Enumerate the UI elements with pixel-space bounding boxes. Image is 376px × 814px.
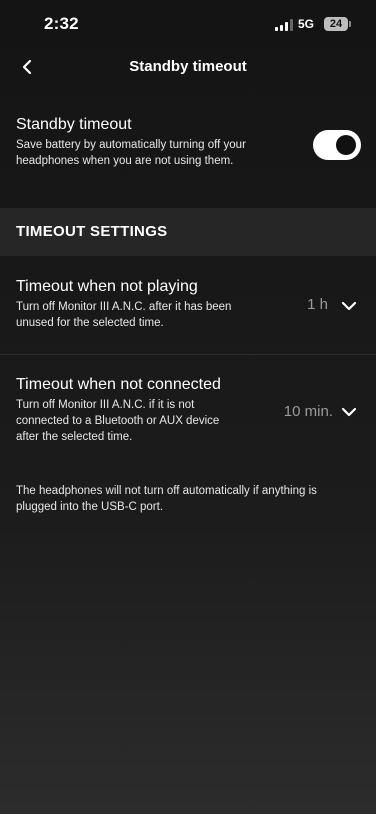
row-title: Timeout when not connected xyxy=(16,376,221,393)
divider xyxy=(0,354,376,355)
timeout-not-playing-row[interactable]: Timeout when not playing Turn off Monito… xyxy=(0,278,376,338)
battery-cap xyxy=(349,21,351,27)
standby-timeout-description: Save battery by automatically turning of… xyxy=(16,139,246,167)
timeout-settings-header: TIMEOUT SETTINGS xyxy=(0,208,376,256)
row-description: Turn off Monitor III A.N.C. if it is not… xyxy=(16,399,220,443)
row-text: Timeout when not playing Turn off Monito… xyxy=(16,278,256,331)
row-description: Turn off Monitor III A.N.C. after it has… xyxy=(16,301,232,329)
timeout-value[interactable]: 1 h xyxy=(307,296,328,313)
page-title: Standby timeout xyxy=(129,58,247,75)
battery-icon: 24 xyxy=(324,17,348,31)
toggle-knob xyxy=(336,135,356,155)
chevron-down-icon[interactable] xyxy=(341,301,357,311)
standby-timeout-title: Standby timeout xyxy=(16,116,132,133)
section-label: TIMEOUT SETTINGS xyxy=(16,223,168,240)
status-time: 2:32 xyxy=(44,14,79,33)
standby-timeout-toggle[interactable] xyxy=(313,130,361,160)
header: Standby timeout xyxy=(0,48,376,88)
chevron-down-icon[interactable] xyxy=(341,407,357,417)
row-title: Timeout when not playing xyxy=(16,278,198,295)
signal-icon xyxy=(275,19,295,31)
status-bar: 2:32 5G 24 xyxy=(0,0,376,48)
battery-level: 24 xyxy=(329,18,343,30)
standby-timeout-section: Standby timeout Save battery by automati… xyxy=(16,116,360,169)
network-label: 5G xyxy=(298,17,315,31)
timeout-not-connected-row[interactable]: Timeout when not connected Turn off Moni… xyxy=(0,376,376,450)
row-text: Timeout when not connected Turn off Moni… xyxy=(16,376,236,445)
footer-note: The headphones will not turn off automat… xyxy=(16,485,317,513)
timeout-value[interactable]: 10 min. xyxy=(284,403,333,420)
